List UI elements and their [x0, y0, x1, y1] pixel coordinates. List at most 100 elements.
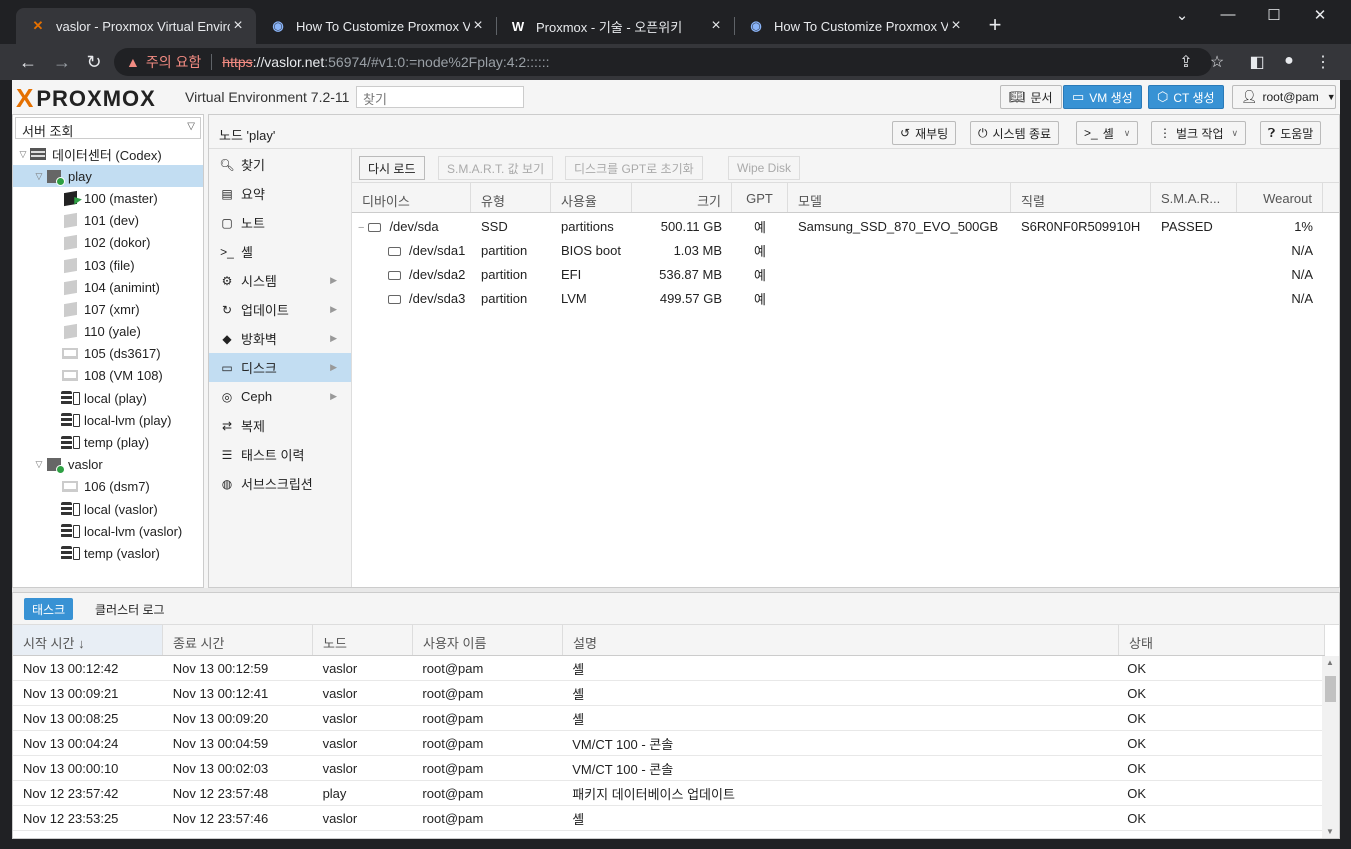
smart-values-button[interactable]: S.M.A.R.T. 값 보기: [438, 156, 554, 180]
collapse-toggle-icon[interactable]: −: [358, 222, 364, 234]
browser-tab-active[interactable]: ✕ vaslor - Proxmox Virtual Environ ×: [16, 8, 256, 44]
close-tab-icon[interactable]: ×: [948, 17, 964, 35]
menu-item[interactable]: ◍ 서브스크립션: [209, 469, 351, 498]
column-header[interactable]: 유형: [471, 183, 551, 212]
tree-node[interactable]: local-lvm (vaslor): [13, 520, 203, 542]
menu-item[interactable]: ⚙ 시스템 ▶: [209, 266, 351, 295]
browser-tab[interactable]: W Proxmox - 기술 - 오픈위키 ×: [496, 8, 734, 44]
create-vm-button[interactable]: ▭ VM 생성: [1063, 85, 1142, 109]
tree-node[interactable]: local-lvm (play): [13, 409, 203, 431]
maximize-icon[interactable]: ☐: [1264, 6, 1284, 24]
view-selector[interactable]: 서버 조회 ▽: [15, 117, 201, 139]
back-icon[interactable]: ←: [16, 50, 40, 74]
table-row[interactable]: Nov 12 23:53:25 Nov 12 23:57:46 vaslor root…: [13, 806, 1323, 831]
table-row[interactable]: Nov 13 00:12:42 Nov 13 00:12:59 vaslor root…: [13, 656, 1323, 681]
column-header[interactable]: GPT: [732, 183, 788, 212]
expand-toggle-icon[interactable]: ▽: [33, 171, 45, 182]
column-header[interactable]: 시작 시간 ↓: [13, 625, 163, 655]
menu-item[interactable]: ▢ 노트: [209, 208, 351, 237]
tree-node[interactable]: 107 (xmr): [13, 298, 203, 320]
close-tab-icon[interactable]: ×: [470, 17, 486, 35]
reload-icon[interactable]: ↻: [82, 50, 106, 74]
security-warning[interactable]: 주의 요함: [146, 52, 201, 72]
column-header[interactable]: 직렬: [1011, 183, 1151, 212]
scroll-down-icon[interactable]: ▼: [1326, 827, 1334, 836]
tree-node[interactable]: 103 (file): [13, 254, 203, 276]
address-bar[interactable]: ▲ 주의 요함 https://vaslor.net:56974/#v1:0:=…: [114, 48, 1212, 76]
wipe-disk-button[interactable]: Wipe Disk: [728, 156, 801, 180]
column-header[interactable]: 사용자 이름: [413, 625, 563, 655]
minimize-icon[interactable]: —: [1218, 6, 1238, 23]
menu-item[interactable]: ⇄ 복제: [209, 411, 351, 440]
proxmox-logo[interactable]: X PROXMOX: [16, 83, 156, 114]
shutdown-button[interactable]: ⏻ 시스템 종료: [970, 121, 1060, 145]
profile-icon[interactable]: ●: [1279, 52, 1299, 70]
scroll-up-icon[interactable]: ▲: [1326, 658, 1334, 667]
expand-toggle-icon[interactable]: ▽: [17, 149, 29, 160]
disk-row[interactable]: /dev/sda1 partition BIOS boot 1.03 MB 예 N/A: [352, 238, 1339, 262]
browser-tab[interactable]: ◉ How To Customize Proxmox VE ×: [256, 8, 496, 44]
column-header[interactable]: 사용율: [551, 183, 632, 212]
column-header[interactable]: 크기: [632, 183, 732, 212]
menu-item[interactable]: ☰ 태스트 이력: [209, 440, 351, 469]
menu-item[interactable]: 🔍︎ 찾기: [209, 150, 351, 179]
menu-item[interactable]: ◆ 방화벽 ▶: [209, 324, 351, 353]
table-row[interactable]: Nov 13 00:00:10 Nov 13 00:02:03 vaslor root…: [13, 756, 1323, 781]
tree-node[interactable]: 106 (dsm7): [13, 476, 203, 498]
tree-node[interactable]: temp (play): [13, 431, 203, 453]
tree-node[interactable]: temp (vaslor): [13, 542, 203, 564]
create-ct-button[interactable]: ⬡ CT 생성: [1148, 85, 1224, 109]
disk-row[interactable]: /dev/sda2 partition EFI 536.87 MB 예 N/A: [352, 262, 1339, 286]
task-scrollbar[interactable]: ▲ ▼: [1322, 656, 1339, 838]
side-panel-icon[interactable]: ◧: [1247, 52, 1267, 72]
close-tab-icon[interactable]: ×: [708, 17, 724, 35]
help-button[interactable]: ❓︎ 도움말: [1260, 121, 1322, 145]
menu-item[interactable]: ◎ Ceph ▶: [209, 382, 351, 411]
table-row[interactable]: Nov 13 00:09:21 Nov 13 00:12:41 vaslor root…: [13, 681, 1323, 706]
browser-tab[interactable]: ◉ How To Customize Proxmox VE ×: [734, 8, 974, 44]
column-header[interactable]: 설명: [563, 625, 1119, 655]
tree-node[interactable]: 104 (animint): [13, 276, 203, 298]
tree-node[interactable]: 102 (dokor): [13, 232, 203, 254]
disk-row[interactable]: /dev/sda3 partition LVM 499.57 GB 예 N/A: [352, 286, 1339, 310]
tree-node[interactable]: ▽ 데이터센터 (Codex): [13, 143, 203, 165]
expand-toggle-icon[interactable]: ▽: [33, 459, 45, 470]
menu-item[interactable]: >_ 셸: [209, 237, 351, 266]
column-header[interactable]: Wearout: [1237, 183, 1323, 212]
column-header[interactable]: 상태: [1119, 625, 1325, 655]
close-tab-icon[interactable]: ×: [230, 17, 246, 35]
column-header[interactable]: 종료 시간: [163, 625, 313, 655]
bulk-actions-button[interactable]: ⋮ 벌크 작업 ∨: [1151, 121, 1247, 145]
close-window-icon[interactable]: ✕: [1310, 6, 1330, 24]
tree-node[interactable]: ▶ 100 (master): [13, 187, 203, 209]
reload-button[interactable]: 다시 로드: [359, 156, 425, 180]
initialize-gpt-button[interactable]: 디스크를 GPT로 초기화: [565, 156, 703, 180]
tree-node[interactable]: 108 (VM 108): [13, 365, 203, 387]
table-row[interactable]: Nov 13 00:04:24 Nov 13 00:04:59 vaslor root…: [13, 731, 1323, 756]
more-menu-icon[interactable]: ⋮: [1313, 52, 1333, 72]
reboot-button[interactable]: ↺ 재부팅: [892, 121, 957, 145]
docs-button[interactable]: 📖︎ 문서: [1000, 85, 1062, 109]
search-input[interactable]: 찾기: [356, 86, 524, 108]
menu-item[interactable]: ↻ 업데이트 ▶: [209, 295, 351, 324]
tree-node[interactable]: 105 (ds3617): [13, 343, 203, 365]
tree-node[interactable]: 110 (yale): [13, 321, 203, 343]
table-row[interactable]: Nov 12 23:57:42 Nov 12 23:57:48 play root@p…: [13, 781, 1323, 806]
bookmark-star-icon[interactable]: ☆: [1207, 52, 1227, 72]
table-row[interactable]: Nov 13 00:08:25 Nov 13 00:09:20 vaslor root…: [13, 706, 1323, 731]
column-header[interactable]: S.M.A.R...: [1151, 183, 1237, 212]
share-icon[interactable]: ⇪: [1176, 52, 1196, 72]
tab-tasks[interactable]: 태스크: [24, 598, 74, 620]
user-menu-button[interactable]: 👤︎ root@pam ▼: [1232, 85, 1336, 109]
tree-node[interactable]: ▽ vaslor: [13, 454, 203, 476]
tab-cluster-log[interactable]: 클러스터 로그: [87, 598, 173, 620]
shell-button[interactable]: >_ 셸 ∨: [1076, 121, 1139, 145]
column-header[interactable]: 노드: [313, 625, 413, 655]
tree-node[interactable]: ▽ play: [13, 165, 203, 188]
tree-node[interactable]: local (vaslor): [13, 498, 203, 520]
scrollbar-thumb[interactable]: [1325, 676, 1336, 702]
forward-icon[interactable]: →: [50, 50, 74, 74]
menu-item[interactable]: ▭ 디스크 ▶: [209, 353, 351, 382]
column-header[interactable]: 디바이스: [352, 183, 471, 212]
tree-node[interactable]: 101 (dev): [13, 210, 203, 232]
